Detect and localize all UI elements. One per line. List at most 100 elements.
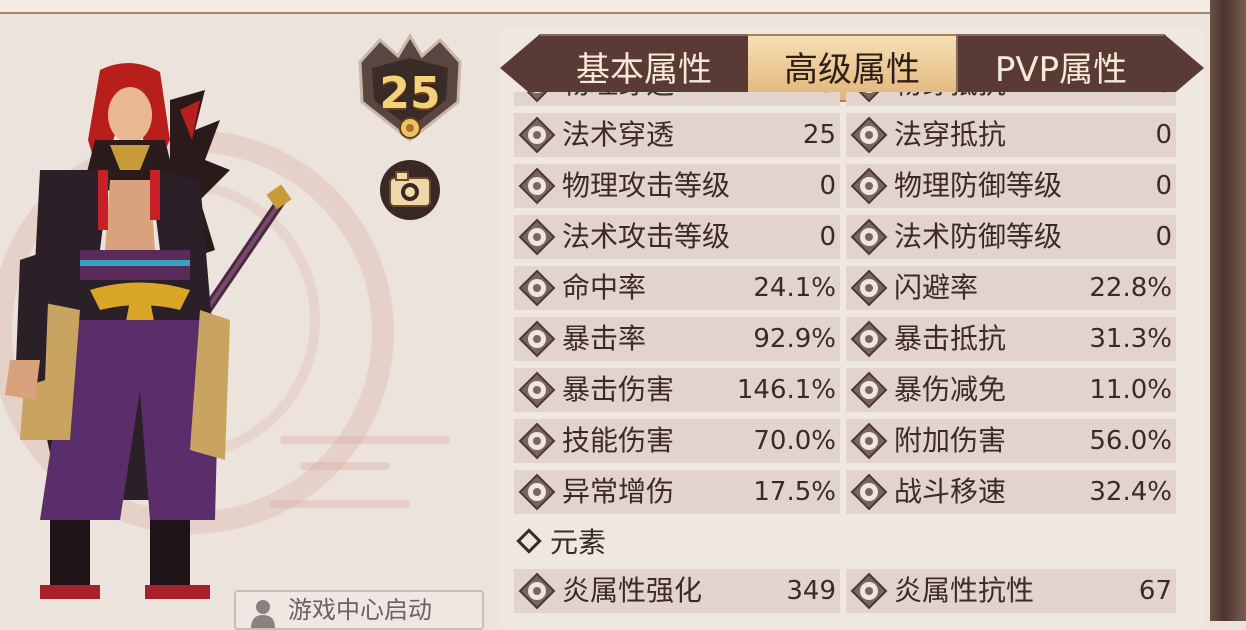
stat-value: 17.5% xyxy=(753,477,836,507)
skill-damage-icon xyxy=(518,422,556,460)
stat-label: 命中率 xyxy=(562,271,647,304)
stat-value: 92.9% xyxy=(753,324,836,354)
tab-pvp-attributes[interactable]: PVP属性 xyxy=(956,34,1164,102)
stat-label: 暴击率 xyxy=(562,322,647,355)
game-center-launch-button[interactable]: 游戏中心启动 xyxy=(234,590,484,630)
tab-basic-attributes[interactable]: 基本属性 xyxy=(540,34,748,102)
combat-speed-icon xyxy=(850,473,888,511)
attributes-panel: 基本属性 高级属性 PVP属性 物理穿透25物穿抵抗0法术穿透25法穿抵抗0物理… xyxy=(500,28,1204,628)
stat-cell[interactable]: 法术穿透 25 xyxy=(514,113,840,157)
stat-cell[interactable]: 技能伤害 70.0% xyxy=(514,419,840,463)
level-number: 25 xyxy=(379,68,441,119)
stat-row: 物理攻击等级 0 物理防御等级 0 xyxy=(514,164,1176,208)
stat-value: 70.0% xyxy=(753,426,836,456)
stat-label: 物理防御等级 xyxy=(894,169,1063,202)
stat-row: 命中率 24.1% 闪避率 22.8% xyxy=(514,266,1176,310)
tab-right-ornament xyxy=(1164,34,1204,102)
crit-resist-icon xyxy=(850,320,888,358)
element-stat-row: 炎属性强化 349 炎属性抗性 67 xyxy=(514,569,1176,613)
magic-defense-level-icon xyxy=(850,218,888,256)
stat-value: 349 xyxy=(786,576,836,606)
stat-cell[interactable]: 闪避率 22.8% xyxy=(846,266,1176,310)
stat-value: 0 xyxy=(1155,222,1172,252)
magic-attack-level-icon xyxy=(518,218,556,256)
stat-label: 暴击伤害 xyxy=(562,373,675,406)
stat-cell[interactable]: 炎属性强化 349 xyxy=(514,569,840,613)
stat-row: 暴击率 92.9% 暴击抵抗 31.3% xyxy=(514,317,1176,361)
stat-value: 0 xyxy=(1155,171,1172,201)
dodge-rate-icon xyxy=(850,269,888,307)
stat-row: 暴击伤害 146.1% 暴伤减免 11.0% xyxy=(514,368,1176,412)
stat-cell[interactable]: 附加伤害 56.0% xyxy=(846,419,1176,463)
camera-icon xyxy=(380,160,440,220)
crit-damage-reduction-icon xyxy=(850,371,888,409)
stat-row: 法术攻击等级 0 法术防御等级 0 xyxy=(514,215,1176,259)
magic-penetration-icon xyxy=(518,116,556,154)
stat-label: 闪避率 xyxy=(894,271,979,304)
camera-button[interactable] xyxy=(378,158,442,222)
stat-label: 暴伤减免 xyxy=(894,373,1007,406)
magic-penetration-resist-icon xyxy=(850,116,888,154)
physical-attack-level-icon xyxy=(518,167,556,205)
stat-label: 炎属性强化 xyxy=(562,574,703,607)
stat-label: 战斗移速 xyxy=(894,475,1007,508)
fire-enhance-icon xyxy=(518,572,556,610)
stat-value: 67 xyxy=(1138,576,1172,606)
section-diamond-icon xyxy=(516,528,542,554)
person-icon xyxy=(251,600,275,628)
stat-label: 附加伤害 xyxy=(894,424,1007,457)
character-model[interactable] xyxy=(0,60,300,620)
stat-cell[interactable]: 异常增伤 17.5% xyxy=(514,470,840,514)
element-section-title: 元素 xyxy=(550,526,607,559)
background-cloud-line xyxy=(280,436,450,444)
stat-cell[interactable]: 炎属性抗性 67 xyxy=(846,569,1176,613)
stat-value: 22.8% xyxy=(1089,273,1172,303)
stat-value: 56.0% xyxy=(1089,426,1172,456)
stat-value: 24.1% xyxy=(753,273,836,303)
stat-label: 炎属性抗性 xyxy=(894,574,1035,607)
game-center-launch-label: 游戏中心启动 xyxy=(288,596,432,624)
status-damage-icon xyxy=(518,473,556,511)
stat-label: 法术攻击等级 xyxy=(562,220,731,253)
top-border xyxy=(0,0,1210,14)
tab-advanced-attributes[interactable]: 高级属性 xyxy=(748,34,956,102)
stat-label: 法术穿透 xyxy=(562,118,675,151)
stat-row: 异常增伤 17.5% 战斗移速 32.4% xyxy=(514,470,1176,514)
stat-label: 法穿抵抗 xyxy=(894,118,1007,151)
background-cloud-line xyxy=(300,462,390,470)
stat-cell[interactable]: 法穿抵抗 0 xyxy=(846,113,1176,157)
level-badge: 25 xyxy=(350,32,470,144)
element-section-header: 元素 xyxy=(516,523,607,563)
crit-rate-icon xyxy=(518,320,556,358)
extra-damage-icon xyxy=(850,422,888,460)
stat-cell[interactable]: 法术防御等级 0 xyxy=(846,215,1176,259)
stat-cell[interactable]: 暴击伤害 146.1% xyxy=(514,368,840,412)
stat-value: 0 xyxy=(819,222,836,252)
stat-label: 异常增伤 xyxy=(562,475,675,508)
stat-value: 25 xyxy=(802,120,836,150)
stat-cell[interactable]: 暴击率 92.9% xyxy=(514,317,840,361)
stat-cell[interactable]: 暴击抵抗 31.3% xyxy=(846,317,1176,361)
stat-value: 0 xyxy=(1155,120,1172,150)
stat-label: 技能伤害 xyxy=(562,424,675,457)
stat-cell[interactable]: 物理防御等级 0 xyxy=(846,164,1176,208)
stat-cell[interactable]: 命中率 24.1% xyxy=(514,266,840,310)
physical-defense-level-icon xyxy=(850,167,888,205)
stat-value: 11.0% xyxy=(1089,375,1172,405)
stat-label: 物理攻击等级 xyxy=(562,169,731,202)
stat-cell[interactable]: 物理攻击等级 0 xyxy=(514,164,840,208)
stat-cell[interactable]: 法术攻击等级 0 xyxy=(514,215,840,259)
hit-rate-icon xyxy=(518,269,556,307)
tab-left-ornament xyxy=(500,34,540,102)
stat-cell[interactable]: 暴伤减免 11.0% xyxy=(846,368,1176,412)
stat-value: 0 xyxy=(819,171,836,201)
stat-row: 技能伤害 70.0% 附加伤害 56.0% xyxy=(514,419,1176,463)
stat-row: 法术穿透 25 法穿抵抗 0 xyxy=(514,113,1176,157)
crit-damage-icon xyxy=(518,371,556,409)
right-frame-edge xyxy=(1210,0,1246,621)
stat-value: 31.3% xyxy=(1089,324,1172,354)
stat-value: 32.4% xyxy=(1089,477,1172,507)
stat-value: 146.1% xyxy=(736,375,836,405)
stat-cell[interactable]: 战斗移速 32.4% xyxy=(846,470,1176,514)
stat-label: 暴击抵抗 xyxy=(894,322,1007,355)
